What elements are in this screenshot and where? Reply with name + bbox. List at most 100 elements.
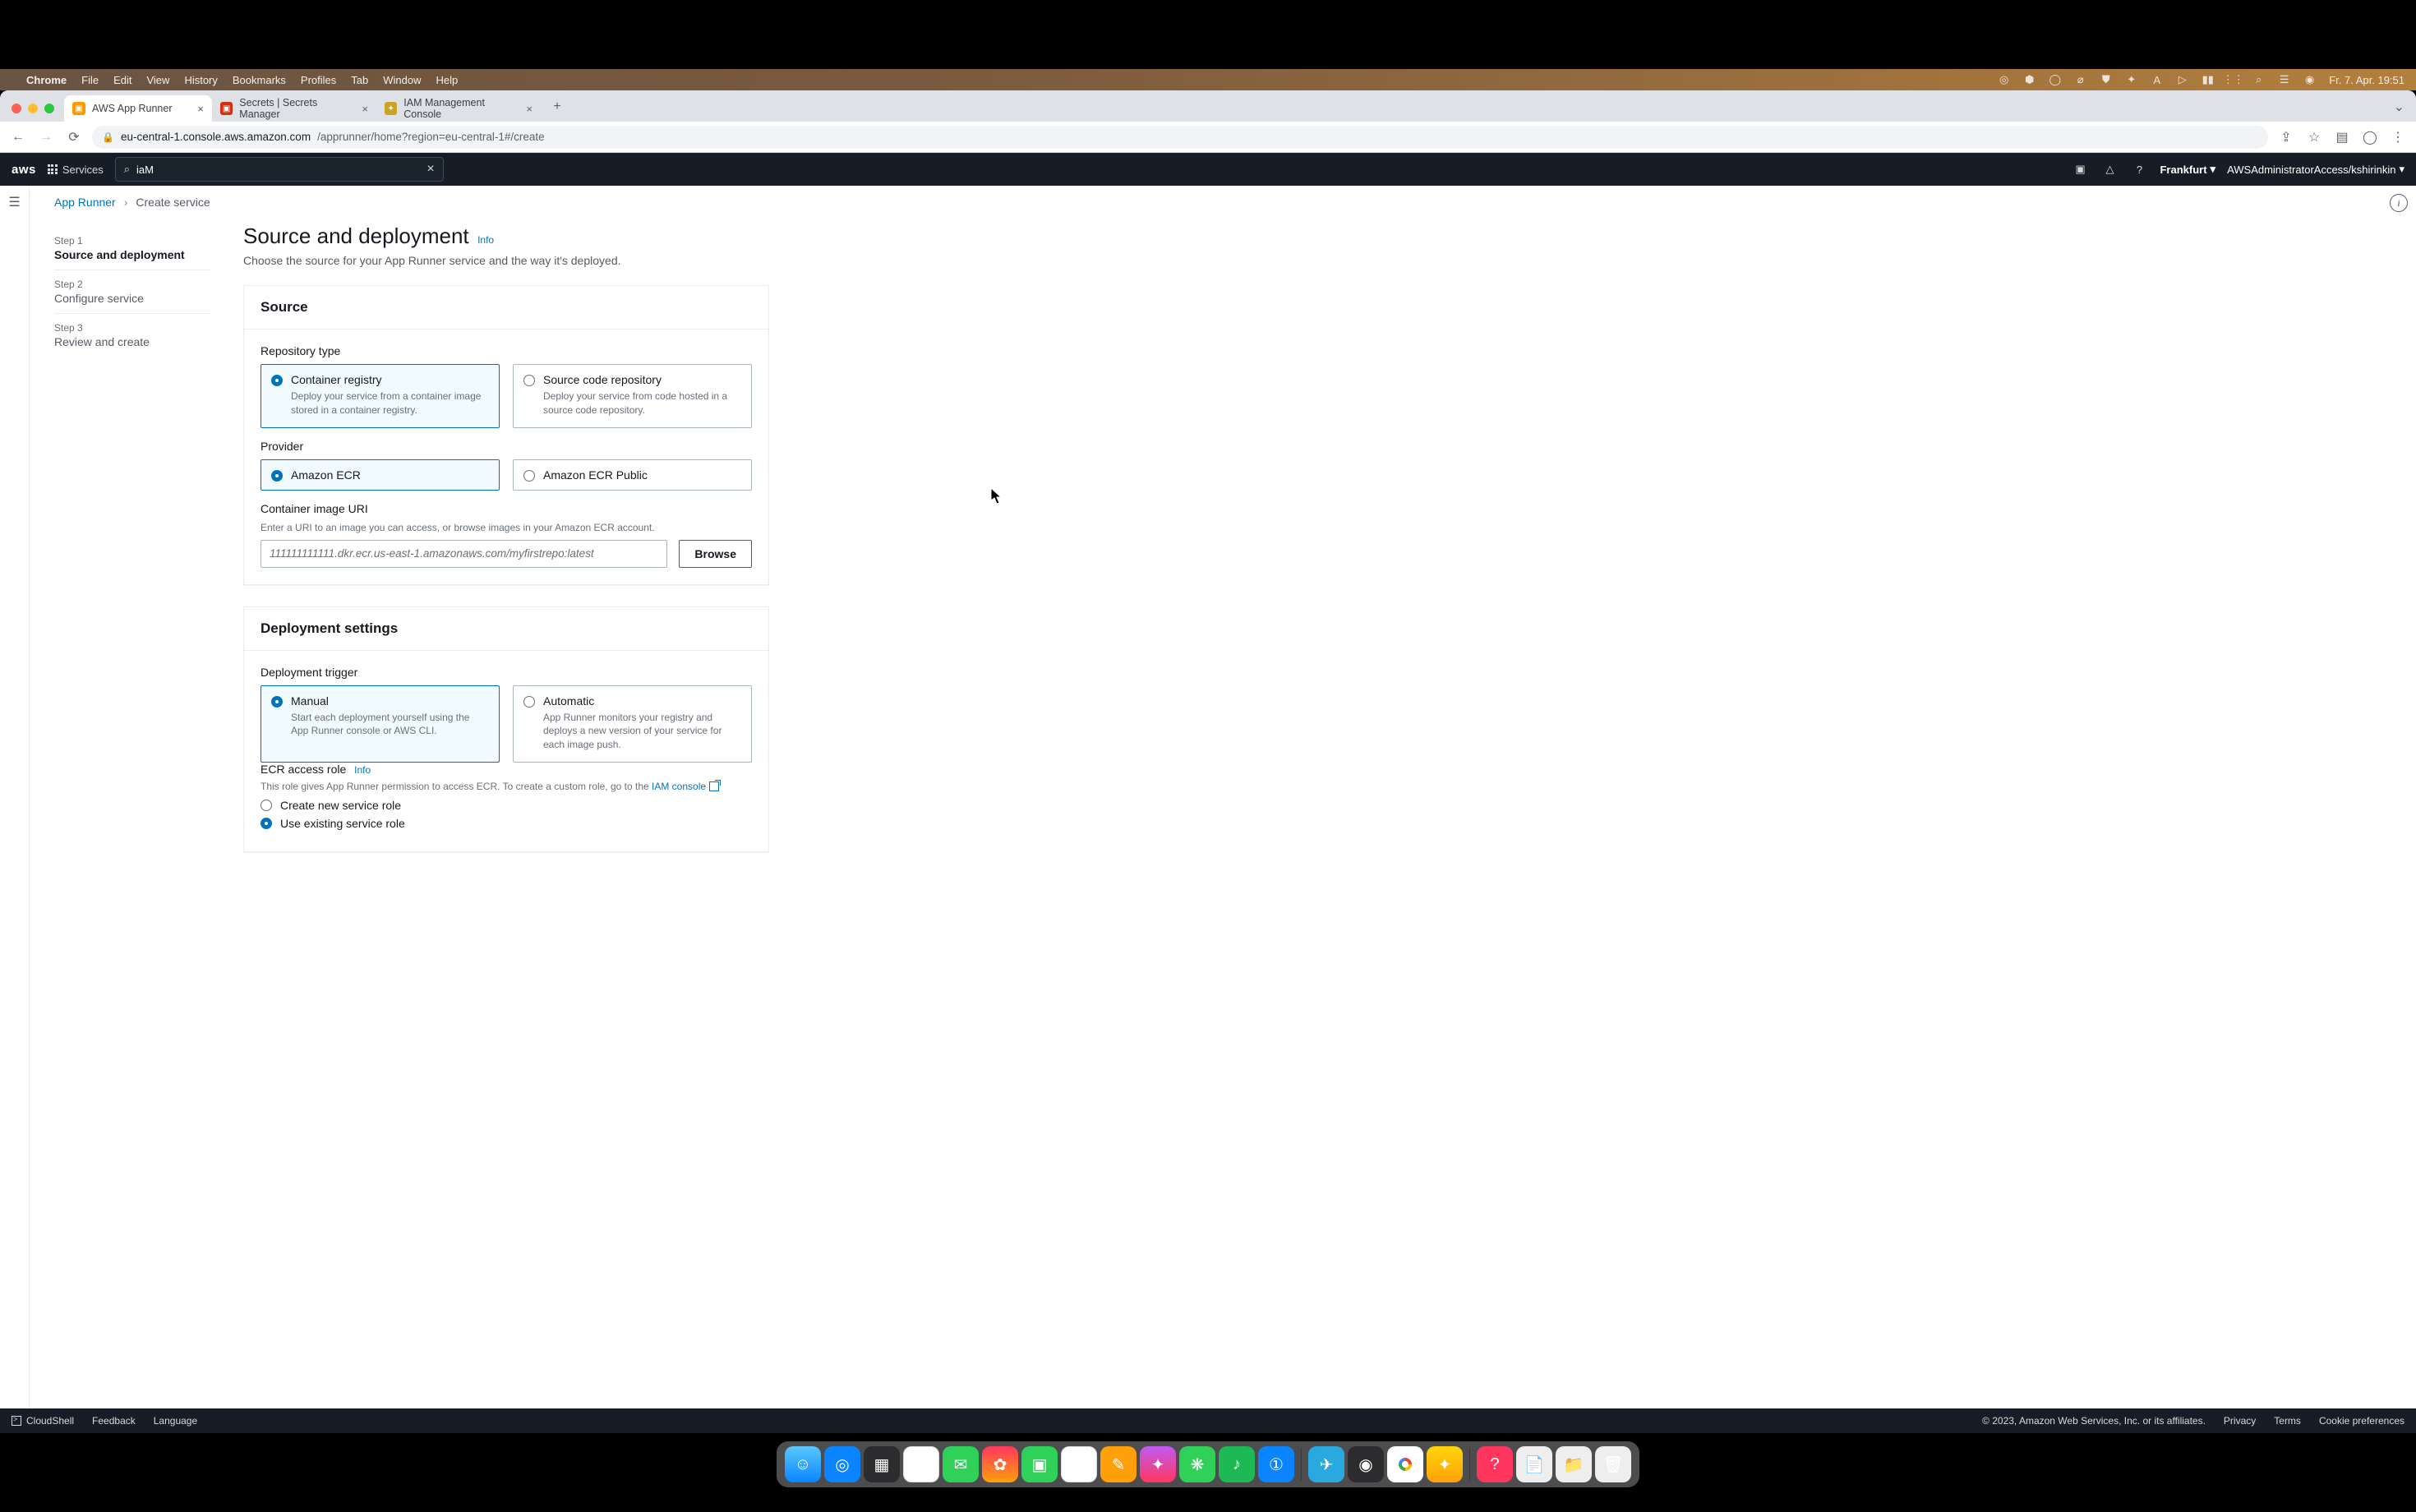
help-icon[interactable]: ? <box>2130 160 2148 178</box>
notifications-icon[interactable]: △ <box>2100 160 2119 178</box>
chrome-menu-icon[interactable]: ⋮ <box>2388 127 2408 147</box>
dock-spotify[interactable]: ♪ <box>1219 1446 1255 1482</box>
dock-safari[interactable]: ◎ <box>824 1446 860 1482</box>
dock-notes[interactable]: ✎ <box>1100 1446 1137 1482</box>
nav-forward-button[interactable]: → <box>36 127 56 147</box>
status-camera-icon[interactable]: ⌀ <box>2074 74 2086 86</box>
tab-apprunner[interactable]: ▣ AWS App Runner × <box>64 95 212 122</box>
menu-file[interactable]: File <box>81 74 99 86</box>
sidepanel-icon[interactable]: ▤ <box>2332 127 2352 147</box>
ecr-role-create-new[interactable]: Create new service role <box>261 799 752 812</box>
dock-1password[interactable]: ① <box>1258 1446 1294 1482</box>
feedback-link[interactable]: Feedback <box>92 1415 136 1427</box>
menu-window[interactable]: Window <box>383 74 421 86</box>
dock-cal2[interactable]: 7 <box>1061 1446 1097 1482</box>
dock-photos[interactable]: ✿ <box>982 1446 1018 1482</box>
nav-reload-button[interactable]: ⟳ <box>64 127 84 147</box>
window-zoom-icon[interactable] <box>44 104 54 113</box>
trigger-automatic[interactable]: Automatic App Runner monitors your regis… <box>513 685 752 763</box>
ecr-role-info-link[interactable]: Info <box>354 764 371 776</box>
iam-console-link[interactable]: IAM console <box>652 781 719 792</box>
dock-messages[interactable]: ✉ <box>943 1446 979 1482</box>
container-image-uri-input[interactable] <box>261 540 667 568</box>
trigger-manual[interactable]: Manual Start each deployment yourself us… <box>261 685 500 763</box>
repo-type-container-registry[interactable]: Container registry Deploy your service f… <box>261 364 500 428</box>
privacy-link[interactable]: Privacy <box>2224 1415 2256 1427</box>
step-2[interactable]: Step 2 Configure service <box>54 270 210 314</box>
account-menu[interactable]: AWSAdministratorAccess/kshirinkin ▾ <box>2227 163 2404 176</box>
status-wifi-icon[interactable]: ⋮⋮ <box>2227 74 2239 86</box>
sidebar-toggle[interactable]: ☰ <box>0 186 30 1408</box>
dock-clips[interactable]: ✦ <box>1140 1446 1176 1482</box>
menubar-clock[interactable]: Fr. 7. Apr. 19:51 <box>2329 74 2404 86</box>
provider-ecr[interactable]: Amazon ECR <box>261 459 500 491</box>
menubar-app-name[interactable]: Chrome <box>26 74 67 86</box>
tab-close-icon[interactable]: × <box>362 103 368 115</box>
status-globe-icon[interactable]: ◎ <box>1998 74 2010 86</box>
window-minimize-icon[interactable] <box>28 104 38 113</box>
tab-close-icon[interactable]: × <box>526 103 533 115</box>
menu-history[interactable]: History <box>184 74 217 86</box>
aws-search-input[interactable] <box>136 164 420 176</box>
dock-telegram[interactable]: ✈ <box>1308 1446 1344 1482</box>
status-control-icon[interactable]: ☰ <box>2278 74 2290 86</box>
dock-app17[interactable]: ✦ <box>1427 1446 1463 1482</box>
menu-profiles[interactable]: Profiles <box>301 74 336 86</box>
status-siri-icon[interactable]: ◉ <box>2303 74 2316 86</box>
status-dropbox-icon[interactable]: ⬢ <box>2023 74 2036 86</box>
search-clear-icon[interactable]: × <box>426 162 434 177</box>
terms-link[interactable]: Terms <box>2274 1415 2301 1427</box>
status-shield-icon[interactable]: ⛊ <box>2100 74 2112 86</box>
dock-folder[interactable]: 📁 <box>1556 1446 1592 1482</box>
aws-search[interactable]: ⌕ × <box>115 157 444 182</box>
menu-bookmarks[interactable]: Bookmarks <box>233 74 286 86</box>
dock-help[interactable]: ? <box>1477 1446 1513 1482</box>
status-play-icon[interactable]: ▷ <box>2176 74 2188 86</box>
status-ext-icon[interactable]: ✦ <box>2125 74 2137 86</box>
tab-iam[interactable]: ✦ IAM Management Console × <box>376 95 541 122</box>
dock-evernote[interactable]: ❋ <box>1179 1446 1215 1482</box>
repo-type-source-code[interactable]: Source code repository Deploy your servi… <box>513 364 752 428</box>
menu-help[interactable]: Help <box>436 74 459 86</box>
dock-obs[interactable]: ◉ <box>1348 1446 1384 1482</box>
status-battery-icon[interactable]: ▮▮ <box>2202 74 2214 86</box>
info-panel-toggle[interactable]: i <box>2390 194 2408 212</box>
dock-launchpad[interactable]: ▦ <box>864 1446 900 1482</box>
dock-trash[interactable]: 🗑 <box>1595 1446 1631 1482</box>
new-tab-button[interactable]: + <box>546 95 569 118</box>
services-menu[interactable]: Services <box>48 164 104 176</box>
menu-tab[interactable]: Tab <box>351 74 368 86</box>
dock-calendar[interactable]: 7 <box>903 1446 939 1482</box>
step-1[interactable]: Step 1 Source and deployment <box>54 227 210 270</box>
aws-logo[interactable]: aws <box>12 163 36 177</box>
menu-edit[interactable]: Edit <box>113 74 131 86</box>
status-search-icon[interactable]: ⌕ <box>2252 74 2265 86</box>
address-bar[interactable]: 🔒 eu-central-1.console.aws.amazon.com/ap… <box>92 126 2268 149</box>
provider-ecr-public[interactable]: Amazon ECR Public <box>513 459 752 491</box>
profile-icon[interactable]: ◯ <box>2360 127 2380 147</box>
breadcrumb-root[interactable]: App Runner <box>54 196 116 209</box>
cookie-prefs-link[interactable]: Cookie preferences <box>2319 1415 2404 1427</box>
dock-finder[interactable]: ☺ <box>785 1446 821 1482</box>
tab-secrets[interactable]: ▣ Secrets | Secrets Manager × <box>212 95 376 122</box>
bookmark-icon[interactable]: ☆ <box>2304 127 2324 147</box>
status-a-icon[interactable]: A <box>2151 74 2163 86</box>
language-link[interactable]: Language <box>154 1415 197 1427</box>
browse-button[interactable]: Browse <box>679 540 752 568</box>
tab-close-icon[interactable]: × <box>197 103 204 115</box>
tab-overflow-icon[interactable]: ⌄ <box>2394 99 2416 122</box>
nav-back-button[interactable]: ← <box>8 127 28 147</box>
dock-facetime[interactable]: ▣ <box>1021 1446 1058 1482</box>
status-sync-icon[interactable]: ◯ <box>2049 74 2061 86</box>
region-selector[interactable]: Frankfurt ▾ <box>2160 163 2215 176</box>
share-icon[interactable]: ⇪ <box>2276 127 2296 147</box>
dock-chrome[interactable] <box>1387 1446 1423 1482</box>
dock-doc[interactable]: 📄 <box>1516 1446 1552 1482</box>
cloudshell-link[interactable]: CloudShell <box>12 1415 74 1427</box>
ecr-role-use-existing[interactable]: Use existing service role <box>261 817 752 830</box>
menu-view[interactable]: View <box>146 74 169 86</box>
cloudshell-icon[interactable]: ▣ <box>2071 160 2089 178</box>
window-close-icon[interactable] <box>12 104 21 113</box>
step-3[interactable]: Step 3 Review and create <box>54 314 210 357</box>
page-info-link[interactable]: Info <box>477 234 494 246</box>
